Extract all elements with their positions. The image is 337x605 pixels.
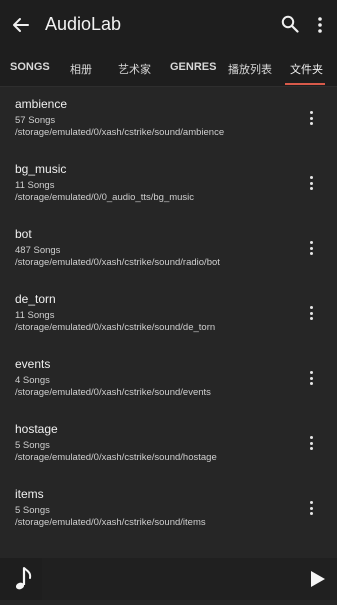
list-item[interactable]: bg_music 11 Songs /storage/emulated/0/0_… bbox=[0, 152, 337, 217]
arrow-left-icon[interactable] bbox=[10, 14, 32, 36]
music-note-icon bbox=[15, 567, 32, 590]
more-vertical-icon[interactable] bbox=[306, 499, 318, 517]
play-icon[interactable] bbox=[310, 570, 326, 588]
tab-folders[interactable]: 文件夹 bbox=[290, 61, 323, 77]
tab-genres[interactable]: GENRES bbox=[170, 61, 216, 73]
active-tab-indicator bbox=[285, 83, 325, 85]
list-item[interactable]: events 4 Songs /storage/emulated/0/xash/… bbox=[0, 347, 337, 412]
app-bar: AudioLab bbox=[0, 0, 337, 50]
song-count: 57 Songs bbox=[15, 115, 56, 126]
search-icon[interactable] bbox=[281, 15, 299, 33]
more-vertical-icon[interactable] bbox=[306, 239, 318, 257]
more-vertical-icon[interactable] bbox=[306, 434, 318, 452]
song-count: 5 Songs bbox=[15, 440, 50, 451]
now-playing-area[interactable] bbox=[42, 558, 337, 600]
folder-name: items bbox=[15, 487, 44, 501]
more-vertical-icon[interactable] bbox=[306, 369, 318, 387]
song-count: 5 Songs bbox=[15, 505, 50, 516]
song-count: 487 Songs bbox=[15, 245, 61, 256]
album-art[interactable] bbox=[0, 558, 42, 600]
folder-name: ambience bbox=[15, 97, 68, 111]
folder-name: events bbox=[15, 357, 51, 371]
folder-path: /storage/emulated/0/xash/cstrike/sound/h… bbox=[15, 452, 217, 463]
list-item[interactable]: bot 487 Songs /storage/emulated/0/xash/c… bbox=[0, 217, 337, 282]
song-count: 11 Songs bbox=[15, 310, 55, 321]
list-item[interactable]: de_torn 11 Songs /storage/emulated/0/xas… bbox=[0, 282, 337, 347]
tab-albums[interactable]: 相册 bbox=[70, 61, 92, 77]
tab-bar: SONGS 相册 艺术家 GENRES 播放列表 文件夹 bbox=[0, 50, 337, 87]
list-item[interactable]: items 5 Songs /storage/emulated/0/xash/c… bbox=[0, 477, 337, 542]
folder-path: /storage/emulated/0/xash/cstrike/sound/i… bbox=[15, 517, 206, 528]
folder-name: bg_music bbox=[15, 162, 67, 176]
more-vertical-icon[interactable] bbox=[306, 304, 318, 322]
tab-playlists[interactable]: 播放列表 bbox=[228, 61, 272, 77]
folder-name: de_torn bbox=[15, 292, 56, 306]
folder-path: /storage/emulated/0/xash/cstrike/sound/a… bbox=[15, 127, 225, 138]
folder-path: /storage/emulated/0/xash/cstrike/sound/e… bbox=[15, 387, 211, 398]
song-count: 11 Songs bbox=[15, 180, 55, 191]
tab-artists[interactable]: 艺术家 bbox=[118, 61, 151, 77]
more-vertical-icon[interactable] bbox=[312, 15, 328, 35]
folder-path: /storage/emulated/0/0_audio_tts/bg_music bbox=[15, 192, 195, 203]
more-vertical-icon[interactable] bbox=[306, 174, 318, 192]
folder-path: /storage/emulated/0/xash/cstrike/sound/d… bbox=[15, 322, 216, 333]
folder-name: hostage bbox=[15, 422, 58, 436]
mini-player[interactable] bbox=[0, 558, 337, 600]
folder-path: /storage/emulated/0/xash/cstrike/sound/r… bbox=[15, 257, 220, 268]
tab-songs[interactable]: SONGS bbox=[10, 61, 50, 73]
more-vertical-icon[interactable] bbox=[306, 109, 318, 127]
folder-name: bot bbox=[15, 227, 32, 241]
app-title: AudioLab bbox=[45, 14, 122, 34]
list-item[interactable]: hostage 5 Songs /storage/emulated/0/xash… bbox=[0, 412, 337, 477]
song-count: 4 Songs bbox=[15, 375, 50, 386]
list-item[interactable]: ambience 57 Songs /storage/emulated/0/xa… bbox=[0, 87, 337, 152]
